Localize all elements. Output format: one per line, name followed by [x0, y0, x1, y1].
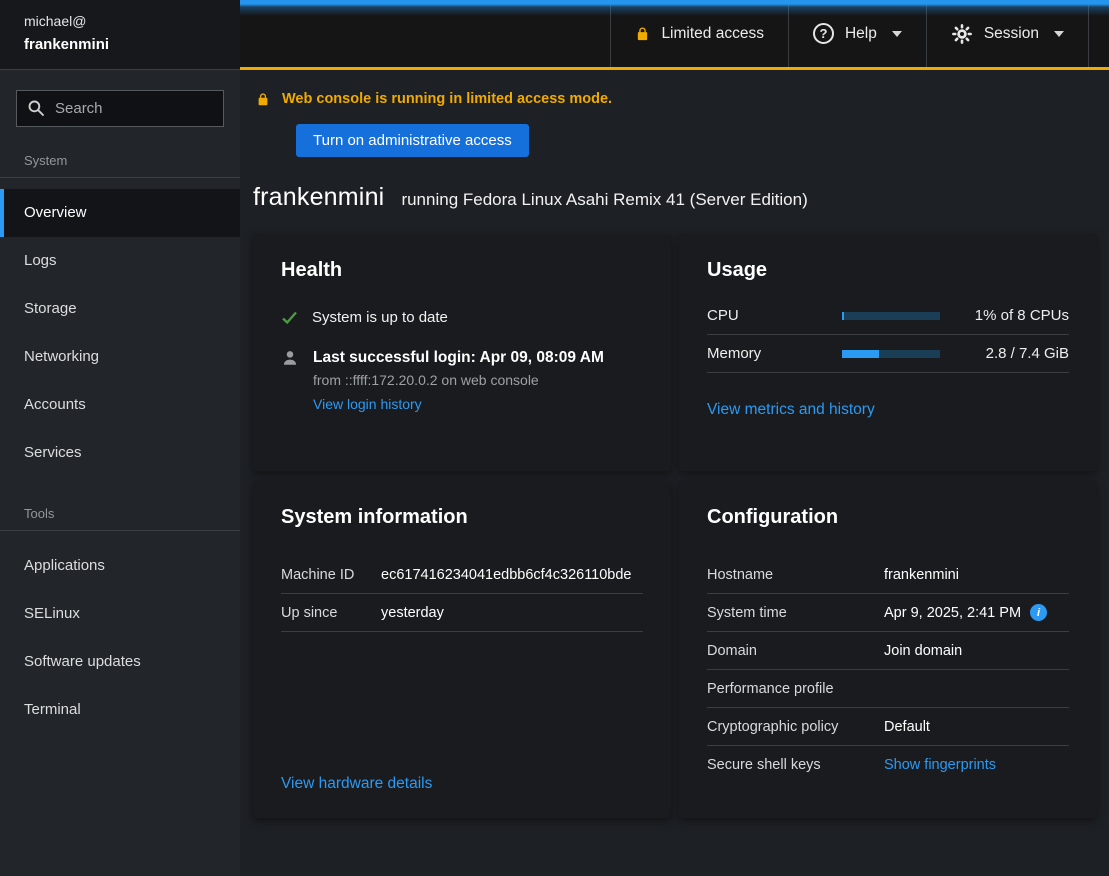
masthead-spacer	[1088, 0, 1109, 67]
nav-section-system: System Overview Logs Storage Networking …	[0, 153, 240, 477]
sidebar-search	[16, 90, 224, 127]
search-input[interactable]	[16, 90, 224, 127]
view-metrics-link[interactable]: View metrics and history	[707, 401, 1069, 419]
up-since-row: Up since yesterday	[281, 594, 643, 632]
limited-access-banner: Web console is running in limited access…	[240, 70, 1109, 157]
cpu-value: 1% of 8 CPUs	[940, 307, 1069, 324]
performance-profile-row: Performance profile	[707, 670, 1069, 708]
ssh-keys-row: Secure shell keys Show fingerprints	[707, 746, 1069, 784]
main-content: Web console is running in limited access…	[240, 70, 1109, 876]
cpu-row: CPU 1% of 8 CPUs	[707, 297, 1069, 335]
page-title: frankenmini running Fedora Linux Asahi R…	[240, 157, 1109, 212]
show-fingerprints-link[interactable]: Show fingerprints	[884, 757, 996, 773]
sidebar-item-overview[interactable]: Overview	[0, 189, 240, 237]
system-info-table: Machine ID ec617416234041edbb6cf4c326110…	[281, 556, 643, 632]
hostname-row: Hostname frankenmini	[707, 556, 1069, 594]
sidebar-item-software-updates[interactable]: Software updates	[0, 638, 240, 686]
help-label: Help	[845, 25, 877, 43]
last-login-detail: from ::ffff:172.20.0.2 on web console	[313, 372, 604, 388]
crypto-policy-row: Cryptographic policy Default	[707, 708, 1069, 746]
system-time-value: Apr 9, 2025, 2:41 PM	[884, 605, 1021, 621]
turn-on-admin-access-button[interactable]: Turn on administrative access	[296, 124, 529, 157]
session-label: Session	[984, 25, 1039, 43]
card-title: Configuration	[707, 506, 1069, 529]
limited-access-button[interactable]: Limited access	[610, 0, 788, 67]
sidebar: michael@ frankenmini System Overview Log…	[0, 0, 240, 876]
sidebar-item-applications[interactable]: Applications	[0, 542, 240, 590]
card-title: Health	[281, 259, 643, 282]
hostname-value: frankenmini	[884, 567, 1069, 583]
sidebar-item-terminal[interactable]: Terminal	[0, 686, 240, 734]
cpu-label: CPU	[707, 307, 842, 324]
card-grid: Health System is up to date Last success…	[253, 234, 1097, 818]
configuration-table: Hostname frankenmini System time Apr 9, …	[707, 556, 1069, 784]
lock-icon	[635, 26, 650, 42]
card-title: Usage	[707, 259, 1069, 282]
sidebar-item-selinux[interactable]: SELinux	[0, 590, 240, 638]
last-login: Last successful login: Apr 09, 08:09 AM	[313, 349, 604, 367]
limited-access-label: Limited access	[661, 25, 764, 43]
nav-section-tools: Tools Applications SELinux Software upda…	[0, 506, 240, 734]
os-subtitle: running Fedora Linux Asahi Remix 41 (Ser…	[401, 190, 807, 210]
configuration-card: Configuration Hostname frankenmini Syste…	[679, 481, 1097, 818]
host-title: frankenmini	[253, 183, 384, 212]
info-icon[interactable]: i	[1030, 604, 1047, 621]
user-panel: michael@ frankenmini	[0, 0, 240, 70]
memory-value: 2.8 / 7.4 GiB	[940, 345, 1069, 362]
updates-status: System is up to date	[312, 309, 448, 326]
user-icon	[281, 349, 299, 367]
cpu-progress-bar	[842, 312, 940, 320]
nav-section-label: Tools	[0, 506, 240, 521]
memory-label: Memory	[707, 345, 842, 362]
help-menu-button[interactable]: ? Help	[788, 0, 926, 67]
memory-row: Memory 2.8 / 7.4 GiB	[707, 335, 1069, 373]
gear-icon	[951, 23, 973, 45]
sidebar-item-logs[interactable]: Logs	[0, 237, 240, 285]
join-domain-value: Join domain	[884, 643, 1069, 659]
machine-id-row: Machine ID ec617416234041edbb6cf4c326110…	[281, 556, 643, 594]
crypto-policy-value: Default	[884, 719, 1069, 735]
view-hardware-details-link[interactable]: View hardware details	[281, 775, 643, 793]
sidebar-item-networking[interactable]: Networking	[0, 333, 240, 381]
up-since-value: yesterday	[381, 605, 643, 621]
usage-table: CPU 1% of 8 CPUs Memory 2.8 / 7.4 GiB	[707, 297, 1069, 373]
memory-progress-bar	[842, 350, 940, 358]
view-login-history-link[interactable]: View login history	[313, 396, 422, 412]
domain-row: Domain Join domain	[707, 632, 1069, 670]
usage-card: Usage CPU 1% of 8 CPUs Memory 2.8 / 7.4 …	[679, 234, 1097, 471]
sidebar-item-storage[interactable]: Storage	[0, 285, 240, 333]
check-icon	[281, 310, 298, 326]
system-time-row: System time Apr 9, 2025, 2:41 PM i	[707, 594, 1069, 632]
banner-message: Web console is running in limited access…	[282, 91, 612, 107]
session-menu-button[interactable]: Session	[926, 0, 1088, 67]
health-card: Health System is up to date Last success…	[253, 234, 671, 471]
search-icon	[27, 99, 45, 117]
card-title: System information	[281, 506, 643, 529]
logged-in-user: michael@	[24, 11, 216, 33]
machine-id-value: ec617416234041edbb6cf4c326110bde	[381, 567, 643, 583]
hostname-label: frankenmini	[24, 33, 216, 56]
system-information-card: System information Machine ID ec61741623…	[253, 481, 671, 818]
chevron-down-icon	[1054, 31, 1064, 37]
chevron-down-icon	[892, 31, 902, 37]
masthead: Limited access ? Help	[240, 0, 1109, 70]
sidebar-item-services[interactable]: Services	[0, 429, 240, 477]
lock-icon	[256, 92, 270, 107]
nav-section-label: System	[0, 153, 240, 168]
sidebar-item-accounts[interactable]: Accounts	[0, 381, 240, 429]
help-icon: ?	[813, 23, 834, 44]
